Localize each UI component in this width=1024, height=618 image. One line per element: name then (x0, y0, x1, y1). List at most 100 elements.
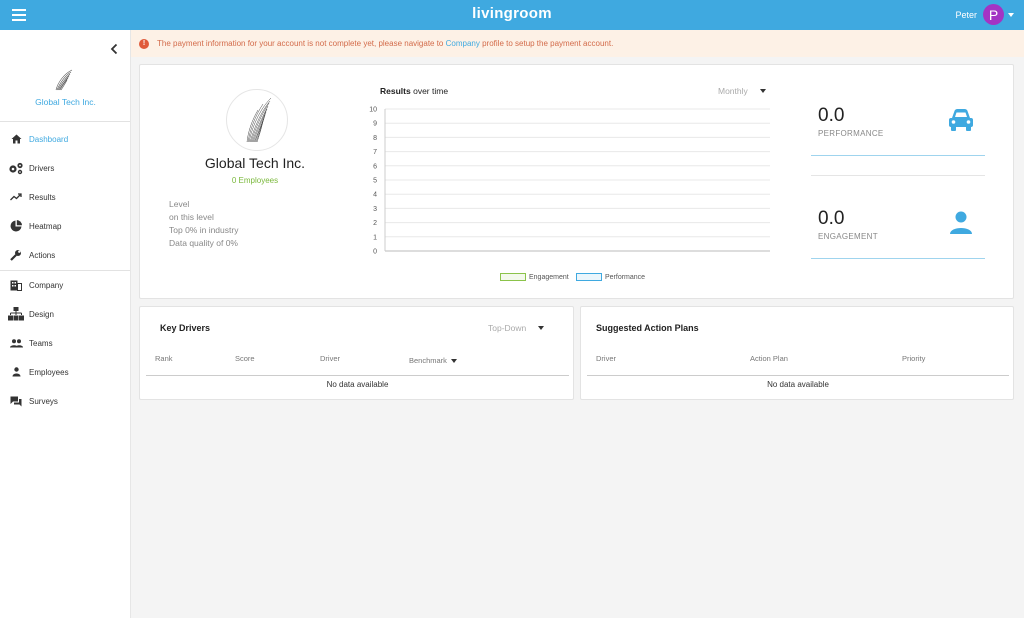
legend-engagement[interactable]: Engagement (500, 273, 569, 281)
results-chart: 0 1 2 3 4 5 6 7 8 9 10 (369, 107, 770, 256)
company-logo (226, 89, 288, 151)
stat-industry: Top 0% in industry (169, 225, 239, 235)
chevron-down-icon (759, 89, 766, 93)
sidebar-item-drivers[interactable]: Drivers (8, 158, 126, 178)
action-plans-card: Suggested Action Plans Driver Action Pla… (580, 306, 1014, 400)
chevron-down-icon (450, 359, 457, 364)
person-icon (8, 365, 24, 379)
y-tick-label: 6 (373, 163, 377, 170)
app-title: livingroom (472, 5, 552, 22)
sidebar: Global Tech Inc. Dashboard Drivers Resul… (0, 30, 131, 618)
alert-text-end: profile to setup the payment account. (482, 39, 614, 48)
y-tick-label: 0 (373, 249, 377, 256)
y-tick-label: 8 (373, 135, 377, 142)
period-value: Monthly (718, 86, 748, 96)
period-dropdown[interactable]: Monthly (718, 86, 766, 96)
col-action-plan[interactable]: Action Plan (750, 354, 788, 363)
y-tick-label: 3 (373, 206, 377, 213)
feather-logo-icon (246, 97, 272, 143)
col-driver[interactable]: Driver (596, 354, 616, 363)
org-chart-icon (8, 307, 24, 321)
sidebar-item-label: Employees (29, 367, 69, 377)
trending-up-icon (8, 190, 24, 204)
divider (0, 270, 130, 271)
alert-text: The payment information for your account… (157, 39, 444, 48)
sidebar-item-actions[interactable]: Actions (8, 245, 126, 265)
sidebar-item-label: Company (29, 280, 64, 290)
table-divider (146, 375, 569, 376)
legend-swatch-performance (576, 273, 602, 281)
stat-data-quality: Data quality of 0% (169, 238, 238, 248)
performance-value: 0.0 (818, 105, 845, 126)
employee-count: 0 Employees (231, 176, 279, 185)
group-icon (8, 336, 24, 350)
col-driver[interactable]: Driver (320, 354, 340, 363)
y-tick-label: 1 (373, 234, 377, 241)
engagement-value: 0.0 (818, 208, 845, 229)
action-plans-title: Suggested Action Plans (596, 323, 699, 333)
table-divider (587, 375, 1009, 376)
sidebar-item-heatmap[interactable]: Heatmap (8, 216, 126, 236)
company-name: Global Tech Inc. (204, 155, 306, 171)
sidebar-item-label: Design (29, 309, 54, 319)
key-drivers-title: Key Drivers (160, 323, 211, 333)
legend-label-engagement: Engagement (529, 273, 569, 281)
legend-swatch-engagement (500, 273, 526, 281)
sidebar-item-teams[interactable]: Teams (8, 333, 126, 353)
y-tick-label: 5 (373, 178, 377, 185)
col-rank[interactable]: Rank (155, 354, 173, 363)
y-tick-label: 9 (373, 121, 377, 128)
engagement-label: ENGAGEMENT (818, 232, 878, 241)
divider (0, 121, 130, 122)
view-value: Top-Down (488, 323, 527, 333)
performance-label: PERFORMANCE (818, 129, 884, 138)
sidebar-item-company[interactable]: Company (8, 275, 126, 295)
view-dropdown[interactable]: Top-Down (488, 323, 545, 333)
sidebar-item-label: Results (29, 192, 56, 202)
empty-state: No data available (767, 380, 829, 389)
performance-underline (811, 155, 985, 156)
legend-performance[interactable]: Performance (576, 273, 645, 281)
stat-on-level: on this level (169, 212, 214, 222)
org-name: Global Tech Inc. (35, 97, 96, 107)
empty-state: No data available (326, 380, 389, 389)
chevron-left-icon[interactable] (110, 43, 120, 55)
sidebar-item-surveys[interactable]: Surveys (8, 391, 126, 411)
sidebar-item-label: Dashboard (29, 134, 69, 144)
key-drivers-card: Key Drivers Top-Down Rank Score Driver B… (139, 306, 574, 400)
sidebar-item-label: Surveys (29, 396, 58, 406)
user-menu[interactable]: Peter P (955, 4, 1014, 25)
col-score[interactable]: Score (235, 354, 255, 363)
avatar[interactable]: P (983, 4, 1004, 25)
company-link[interactable]: Company (446, 39, 480, 48)
stat-level: Level (169, 199, 190, 209)
company-logo-icon (55, 69, 73, 91)
building-icon (8, 278, 24, 292)
sidebar-item-label: Actions (29, 250, 56, 260)
sidebar-item-employees[interactable]: Employees (8, 362, 126, 382)
sidebar-item-design[interactable]: Design (8, 304, 126, 324)
pie-chart-icon (8, 219, 24, 233)
sidebar-item-label: Teams (29, 338, 53, 348)
divider (811, 175, 985, 176)
car-icon (949, 109, 973, 131)
col-priority[interactable]: Priority (902, 354, 925, 363)
gears-icon (8, 161, 24, 175)
error-icon: ! (139, 38, 149, 49)
sidebar-item-results[interactable]: Results (8, 187, 126, 207)
y-tick-label: 4 (373, 192, 377, 199)
chart-title: Results over time (380, 86, 449, 96)
y-tick-label: 2 (373, 220, 377, 227)
chevron-down-icon (538, 326, 545, 330)
chevron-down-icon[interactable] (1008, 12, 1014, 17)
person-icon (950, 211, 972, 234)
sidebar-item-dashboard[interactable]: Dashboard (8, 129, 126, 149)
col-benchmark[interactable]: Benchmark (409, 356, 457, 365)
overview-card: Global Tech Inc. 0 Employees Level on th… (139, 64, 1014, 299)
wrench-icon (8, 248, 24, 262)
user-name[interactable]: Peter (955, 10, 977, 20)
y-tick-label: 10 (369, 107, 377, 114)
sidebar-item-label: Drivers (29, 163, 55, 173)
legend-label-performance: Performance (605, 273, 646, 281)
y-tick-label: 7 (373, 149, 377, 156)
